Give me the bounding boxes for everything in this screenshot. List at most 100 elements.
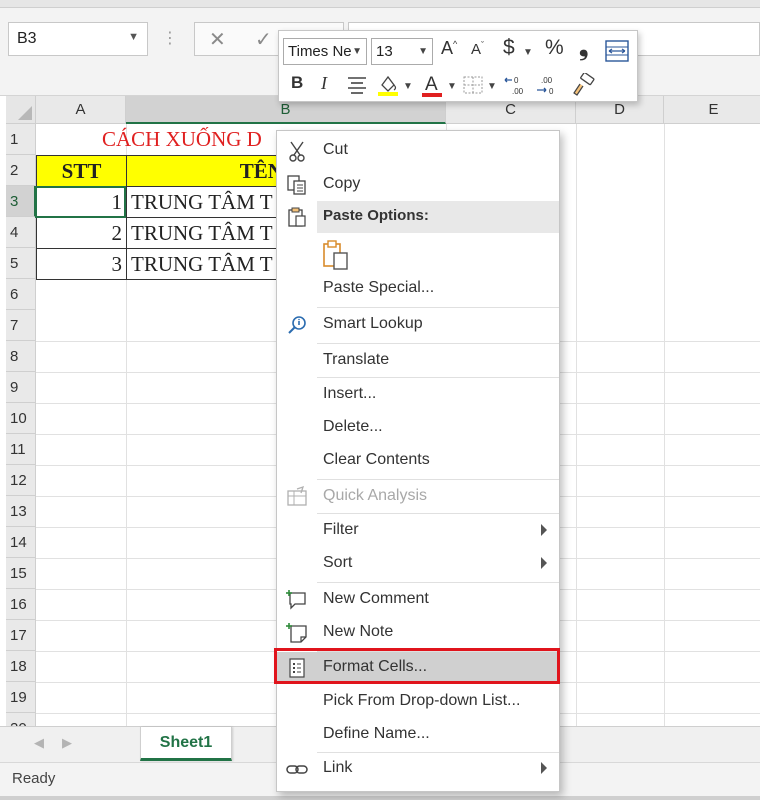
header-cell-stt[interactable]: STT [36, 155, 127, 187]
row-header[interactable]: 4 [6, 217, 36, 248]
status-text: Ready [12, 770, 56, 787]
menu-item-cut[interactable]: Cut [277, 135, 559, 167]
menu-item-label: New Comment [323, 590, 429, 607]
menu-item-label: Filter [323, 521, 359, 538]
menu-item-label: Clear Contents [323, 451, 430, 468]
increase-font-icon[interactable]: A^ [441, 38, 457, 59]
row-header[interactable]: 17 [6, 620, 36, 651]
row-header[interactable]: 14 [6, 527, 36, 558]
paste-options-heading: Paste Options: [317, 201, 559, 233]
menu-item-label: Delete... [323, 418, 383, 435]
sheet-tab-sheet1[interactable]: Sheet1 [140, 727, 232, 761]
increase-decimal-icon[interactable]: 0.00 [503, 74, 529, 96]
menu-item-label: New Note [323, 623, 394, 640]
row-header[interactable]: 2 [6, 155, 36, 186]
paste-button[interactable] [317, 235, 357, 275]
menu-separator [317, 582, 559, 583]
cell-stt[interactable]: 1 [36, 186, 127, 218]
decrease-decimal-icon[interactable]: .000 [535, 74, 561, 96]
menu-item-pick-from-list[interactable]: Pick From Drop-down List... [277, 686, 559, 718]
menu-item-smart-lookup[interactable]: Smart Lookup [277, 309, 559, 341]
menu-separator [317, 513, 559, 514]
new-note-icon [286, 623, 307, 643]
row-header[interactable]: 9 [6, 372, 36, 403]
column-header-a[interactable]: A [36, 96, 126, 124]
chevron-down-icon[interactable]: ▼ [523, 47, 533, 58]
menu-item-sort[interactable]: Sort [277, 548, 559, 580]
chevron-down-icon[interactable]: ▼ [487, 81, 497, 92]
currency-icon[interactable]: $ [503, 36, 515, 60]
menu-item-new-note[interactable]: New Note [277, 617, 559, 649]
row-header[interactable]: 3 [6, 186, 36, 217]
row-header[interactable]: 15 [6, 558, 36, 589]
column-header-e[interactable]: E [664, 96, 760, 124]
context-menu: Cut Copy Paste Options: Paste Special...… [276, 130, 560, 792]
submenu-arrow-icon [541, 557, 547, 569]
font-name-select[interactable]: Times Ne ▼ [283, 38, 367, 65]
enter-icon[interactable]: ✓ [255, 27, 272, 52]
row-header[interactable]: 12 [6, 465, 36, 496]
select-all-button[interactable] [6, 96, 36, 124]
menu-separator [317, 377, 559, 378]
svg-text:0: 0 [514, 76, 519, 85]
menu-item-copy[interactable]: Copy [277, 169, 559, 201]
menu-item-link[interactable]: Link [277, 753, 559, 785]
row-header[interactable]: 13 [6, 496, 36, 527]
menu-item-delete[interactable]: Delete... [277, 412, 559, 444]
menu-separator [317, 307, 559, 308]
copy-icon [287, 175, 306, 195]
ribbon-edge [0, 0, 760, 8]
italic-icon[interactable]: I [321, 73, 327, 94]
font-size-select[interactable]: 13 ▼ [371, 38, 433, 65]
submenu-arrow-icon [541, 524, 547, 536]
drag-handle-icon[interactable]: ⋮ [162, 28, 179, 48]
sheet-nav-arrows-icon[interactable]: ◀▶ [34, 735, 90, 751]
font-color-icon[interactable]: A [421, 72, 443, 98]
row-header[interactable]: 8 [6, 341, 36, 372]
comma-style-icon[interactable]: ❟ [579, 34, 588, 62]
row-header[interactable]: 1 [6, 124, 36, 155]
align-center-icon[interactable] [347, 76, 367, 94]
cancel-icon[interactable]: ✕ [209, 27, 226, 52]
submenu-arrow-icon [541, 762, 547, 774]
mini-toolbar: Times Ne ▼ 13 ▼ A^ Aˇ $ ▼ % ❟ B I ▼ A ▼ … [278, 30, 638, 102]
menu-item-new-comment[interactable]: New Comment [277, 584, 559, 616]
fill-color-icon[interactable] [377, 73, 399, 97]
row-header[interactable]: 19 [6, 682, 36, 713]
chevron-down-icon[interactable]: ▼ [447, 81, 457, 92]
row-header[interactable]: 7 [6, 310, 36, 341]
menu-item-translate[interactable]: Translate [277, 345, 559, 377]
scissors-icon [289, 141, 305, 162]
chevron-down-icon[interactable]: ▼ [128, 31, 139, 43]
row-header[interactable]: 18 [6, 651, 36, 682]
menu-item-filter[interactable]: Filter [277, 515, 559, 547]
menu-item-label: Link [323, 759, 353, 776]
percent-icon[interactable]: % [545, 36, 564, 60]
row-header[interactable]: 20 [6, 713, 36, 726]
borders-icon[interactable] [463, 76, 483, 94]
menu-item-insert[interactable]: Insert... [277, 379, 559, 411]
bold-icon[interactable]: B [291, 73, 303, 93]
row-header[interactable]: 5 [6, 248, 36, 279]
row-header[interactable]: 16 [6, 589, 36, 620]
menu-item-format-cells[interactable]: Format Cells... [277, 652, 559, 684]
row-header[interactable]: 10 [6, 403, 36, 434]
paste-options-icon-slot [277, 201, 317, 233]
cell-stt[interactable]: 2 [36, 217, 127, 249]
new-comment-icon [286, 590, 306, 610]
menu-item-define-name[interactable]: Define Name... [277, 719, 559, 751]
row-header[interactable]: 6 [6, 279, 36, 310]
chevron-down-icon: ▼ [418, 46, 428, 57]
menu-item-paste-special[interactable]: Paste Special... [277, 273, 559, 305]
menu-item-label: Cut [323, 141, 348, 158]
row-header[interactable]: 11 [6, 434, 36, 465]
chevron-down-icon[interactable]: ▼ [403, 81, 413, 92]
decrease-font-icon[interactable]: Aˇ [471, 40, 484, 58]
format-painter-icon[interactable] [571, 73, 595, 97]
name-box[interactable]: B3 ▼ [8, 22, 148, 56]
menu-item-label: Smart Lookup [323, 315, 423, 332]
merge-cells-icon[interactable] [605, 40, 629, 62]
cell-stt[interactable]: 3 [36, 248, 127, 280]
menu-item-clear-contents[interactable]: Clear Contents [277, 445, 559, 477]
clipboard-icon [288, 207, 306, 227]
